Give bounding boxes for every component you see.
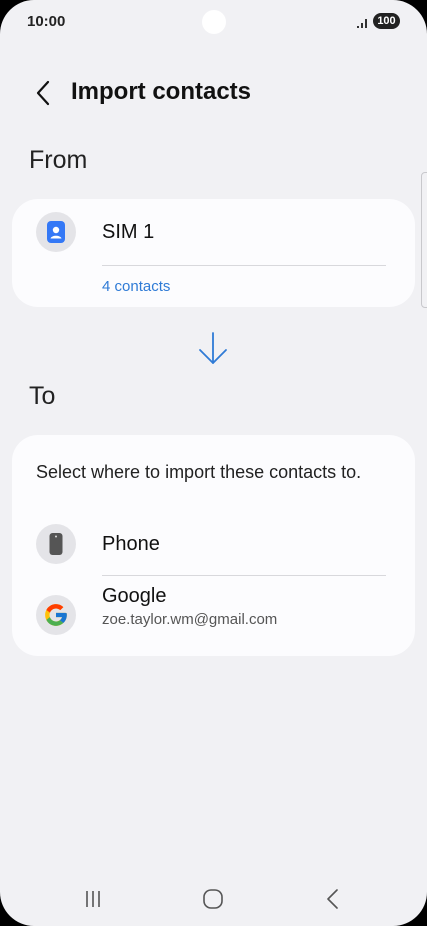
chevron-left-icon	[36, 80, 50, 106]
back-icon	[327, 889, 338, 909]
nav-back-button[interactable]	[312, 884, 352, 914]
scroll-indicator[interactable]	[421, 172, 427, 308]
camera-cutout	[202, 10, 226, 34]
option-divider	[102, 575, 386, 576]
from-heading: From	[29, 146, 88, 174]
back-button[interactable]	[26, 76, 60, 110]
arrow-down-icon	[199, 332, 227, 364]
navigation-bar	[0, 870, 427, 926]
home-button[interactable]	[193, 884, 233, 914]
recents-icon	[86, 891, 100, 907]
page-title: Import contacts	[71, 78, 252, 105]
source-sim-row[interactable]: SIM 1 4 contacts	[12, 199, 415, 307]
source-label: SIM 1	[102, 221, 155, 243]
google-icon	[36, 595, 76, 635]
phone-device-icon	[36, 524, 76, 564]
battery-badge: 100	[373, 13, 400, 29]
signal-icon	[357, 19, 367, 28]
option-label: Phone	[102, 533, 160, 555]
status-time: 10:00	[27, 13, 66, 30]
home-icon	[203, 889, 223, 909]
source-card: SIM 1 4 contacts	[12, 199, 415, 307]
destination-card: Select where to import these contacts to…	[12, 435, 415, 656]
option-account-email: zoe.taylor.wm@gmail.com	[102, 611, 278, 628]
recents-button[interactable]	[73, 884, 113, 914]
sim-contact-icon	[36, 212, 76, 252]
destination-option-google[interactable]: Google zoe.taylor.wm@gmail.com	[12, 581, 415, 649]
instruction-text: Select where to import these contacts to…	[36, 462, 362, 482]
status-bar: 10:00 100	[0, 0, 427, 46]
destination-option-phone[interactable]: Phone	[12, 517, 415, 573]
option-label: Google	[102, 585, 167, 607]
to-heading: To	[29, 382, 56, 410]
source-divider	[102, 265, 386, 266]
source-contact-count: 4 contacts	[102, 278, 171, 295]
screen: 10:00 100 Import contacts From SIM 1 4 c…	[0, 0, 427, 926]
